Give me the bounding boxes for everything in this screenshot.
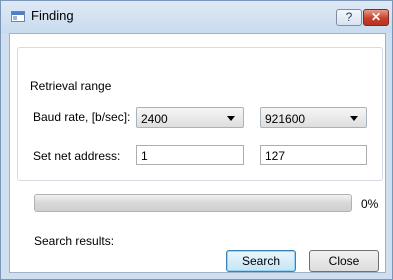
address-to-value: 127 [265,149,286,163]
retrieval-range-title: Retrieval range [28,79,114,93]
baud-rate-to-value: 921600 [265,112,306,126]
baud-rate-label: Baud rate, [b/sec]: [33,110,131,124]
window-app-icon [11,11,25,22]
address-to-input[interactable]: 127 [260,145,367,165]
search-results-label: Search results: [34,234,115,248]
net-address-label: Set net address: [33,149,121,163]
help-button[interactable]: ? [336,9,362,26]
title-bar[interactable]: Finding ? ✕ [1,1,392,33]
window-title: Finding [31,8,74,23]
baud-rate-to-select[interactable]: 921600 [260,107,367,128]
baud-rate-from-value: 2400 [141,112,168,126]
address-from-input[interactable]: 1 [136,145,244,165]
chevron-down-icon [227,116,235,121]
search-button[interactable]: Search [226,250,296,272]
progress-percent: 0% [361,197,379,211]
search-progress-bar [34,194,352,212]
close-window-button[interactable]: ✕ [363,9,389,26]
address-from-value: 1 [141,149,148,163]
chevron-down-icon [350,116,358,121]
close-button[interactable]: Close [309,250,379,272]
baud-rate-from-select[interactable]: 2400 [136,107,244,128]
